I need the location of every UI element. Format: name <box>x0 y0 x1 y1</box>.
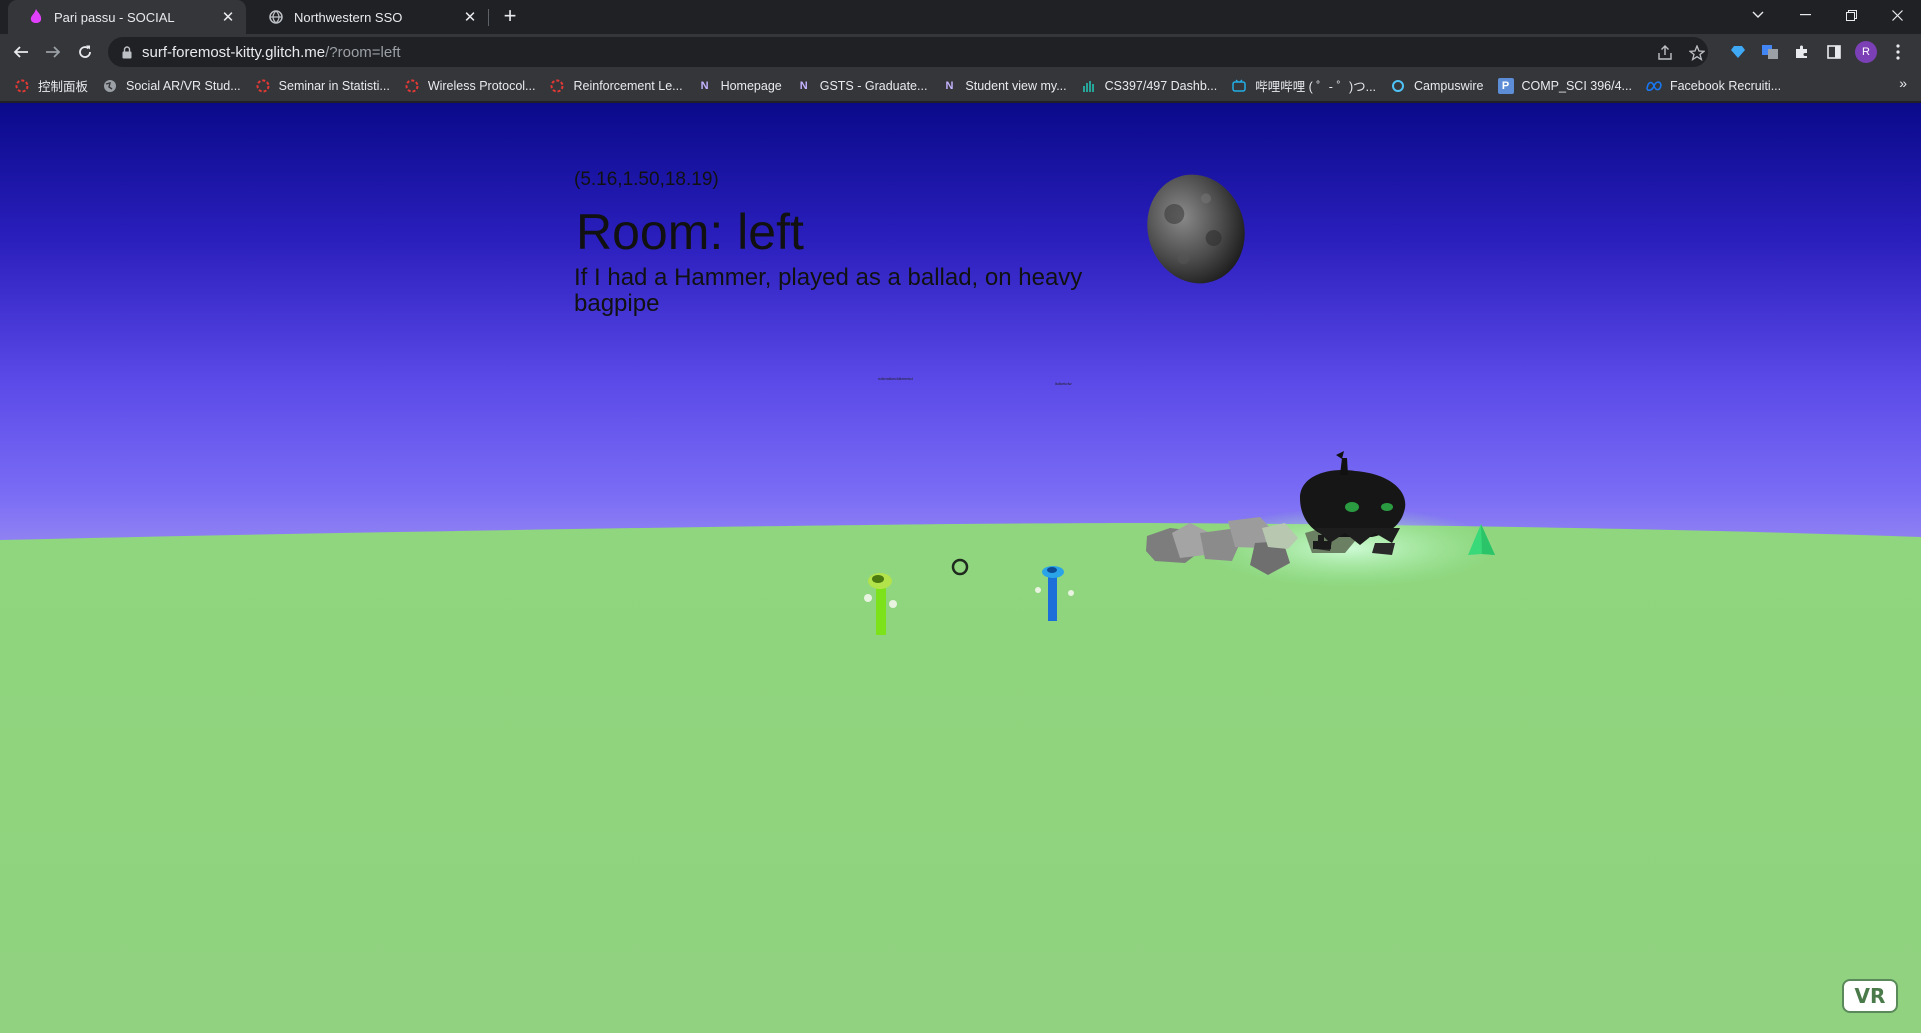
tab-northwestern-sso[interactable]: Northwestern SSO ✕ <box>248 0 488 34</box>
close-window-button[interactable] <box>1874 0 1920 30</box>
tab-separator <box>488 9 489 26</box>
bookmark-label: CS397/497 Dashb... <box>1104 78 1218 93</box>
bookmark-item[interactable]: Campuswire <box>1384 73 1489 99</box>
tab-title: Pari passu - SOCIAL <box>54 9 175 25</box>
side-panel-icon[interactable] <box>1824 42 1844 62</box>
bookmark-item[interactable]: Reinforcement Le... <box>543 73 688 99</box>
restore-button[interactable] <box>1828 0 1874 30</box>
red-dashed-circle-icon <box>549 78 565 94</box>
bookmark-item[interactable]: 控制面板 <box>8 73 94 99</box>
avatar-name-label: lkdkekdw <box>1055 381 1072 386</box>
gem-extension-icon[interactable] <box>1728 42 1748 62</box>
red-dashed-circle-icon <box>404 78 420 94</box>
red-dashed-circle-icon <box>14 78 30 94</box>
room-title: Room: left <box>576 204 804 260</box>
tab-search-icon[interactable] <box>1735 0 1781 30</box>
bookmark-label: Facebook Recruiti... <box>1669 78 1782 93</box>
bookmark-item[interactable]: 哔哩哔哩 ( ゜- ゜)つ... <box>1225 73 1382 99</box>
bookmark-label: GSTS - Graduate... <box>819 78 928 93</box>
bookmark-label: Student view my... <box>965 78 1067 93</box>
new-tab-button[interactable]: + <box>498 5 522 29</box>
close-tab-icon[interactable]: ✕ <box>218 7 238 27</box>
globe-icon <box>268 9 284 25</box>
bookmark-label: Social AR/VR Stud... <box>126 78 241 93</box>
browser-toolbar: surf-foremost-kitty.glitch.me/?room=left <box>0 34 1921 70</box>
tab-title: Northwestern SSO <box>294 9 403 25</box>
tab-strip: Pari passu - SOCIAL ✕ Northwestern SSO ✕… <box>0 0 1921 34</box>
url-text[interactable]: surf-foremost-kitty.glitch.me/?room=left <box>142 44 401 61</box>
avatar-name-label: ndkmdkmddkmmkd <box>878 376 913 381</box>
flame-icon <box>28 9 44 25</box>
more-bookmarks-icon[interactable]: » <box>1899 75 1907 91</box>
lock-icon[interactable] <box>120 45 134 59</box>
bookmark-label: COMP_SCI 396/4... <box>1521 78 1632 93</box>
bookmark-item[interactable]: Wireless Protocol... <box>398 73 542 99</box>
moon <box>1147 174 1245 284</box>
translate-extension-icon[interactable] <box>1760 42 1780 62</box>
back-button[interactable] <box>8 39 34 65</box>
bookmark-item[interactable]: N Student view my... <box>935 73 1072 99</box>
red-dashed-circle-icon <box>255 78 271 94</box>
tab-pari-passu[interactable]: Pari passu - SOCIAL ✕ <box>8 0 246 34</box>
share-icon[interactable] <box>1656 44 1674 62</box>
bookmark-item[interactable]: Seminar in Statisti... <box>249 73 396 99</box>
ground-plane <box>0 523 1921 1033</box>
bookmark-label: Wireless Protocol... <box>427 78 536 93</box>
bookmark-label: Reinforcement Le... <box>573 78 683 93</box>
vr-scene-viewport[interactable]: (5.16,1.50,18.19) Room: left If I had a … <box>0 103 1921 1033</box>
bookmark-item[interactable]: Facebook Recruiti... <box>1640 73 1787 99</box>
bars-icon <box>1081 78 1097 94</box>
puzzle-extensions-icon[interactable] <box>1792 42 1812 62</box>
ring-icon <box>1390 78 1406 94</box>
bookmarks-bar: 控制面板 Social AR/VR Stud... Seminar in Sta… <box>0 70 1921 102</box>
bookmark-item[interactable]: N GSTS - Graduate... <box>790 73 934 99</box>
globe-icon <box>102 78 118 94</box>
n-icon: N <box>945 79 954 92</box>
n-icon: N <box>700 79 709 92</box>
bookmark-label: Campuswire <box>1414 78 1484 93</box>
url-host: surf-foremost-kitty.glitch.me <box>142 43 326 61</box>
url-path: /?room=left <box>325 43 401 61</box>
bookmark-item[interactable]: N Homepage <box>691 73 788 99</box>
n-icon: N <box>799 79 808 92</box>
close-tab-icon[interactable]: ✕ <box>460 7 480 27</box>
more-menu-icon[interactable] <box>1888 42 1908 62</box>
meta-icon <box>1646 78 1662 94</box>
bookmark-item[interactable]: P COMP_SCI 396/4... <box>1492 73 1638 99</box>
address-bar[interactable]: surf-foremost-kitty.glitch.me/?room=left <box>108 37 1708 67</box>
song-description: If I had a Hammer, played as a ballad, o… <box>574 264 1083 317</box>
enter-vr-button[interactable]: VR <box>1842 979 1898 1013</box>
bookmark-star-icon[interactable] <box>1688 44 1706 62</box>
position-readout: (5.16,1.50,18.19) <box>574 169 719 190</box>
bookmark-item[interactable]: Social AR/VR Stud... <box>96 73 247 99</box>
bookmark-label: 控制面板 <box>38 80 89 94</box>
bookmark-item[interactable]: CS397/497 Dashb... <box>1075 73 1224 99</box>
scene-graphics <box>0 174 1921 1033</box>
bookmark-label: 哔哩哔哩 ( ゜- ゜)つ... <box>1255 80 1377 94</box>
profile-avatar[interactable]: R <box>1855 41 1877 63</box>
reload-button[interactable] <box>72 39 98 65</box>
minimize-button[interactable] <box>1782 0 1828 30</box>
bilibili-icon <box>1231 78 1247 94</box>
forward-button[interactable] <box>40 39 66 65</box>
p-icon: P <box>1497 77 1514 94</box>
bookmark-label: Homepage <box>720 78 782 93</box>
bookmark-label: Seminar in Statisti... <box>278 78 390 93</box>
